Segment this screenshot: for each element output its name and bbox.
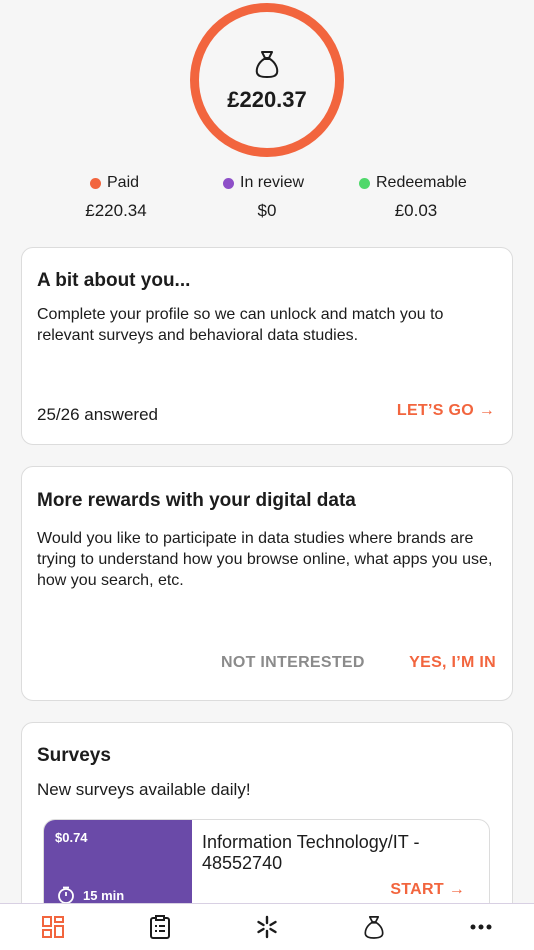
dashboard-icon: [42, 916, 65, 938]
balance-ring: [190, 3, 344, 157]
paid-dot-icon: [90, 177, 101, 189]
surveys-card-title: Surveys: [37, 745, 111, 766]
legend-paid: Paid: [90, 174, 139, 192]
bottom-nav: [0, 903, 534, 950]
redeemable-value: £0.03: [394, 201, 438, 220]
legend-in-review-label: In review: [240, 174, 305, 191]
redeemable-dot-icon: [359, 177, 370, 189]
in-review-dot-icon: [223, 177, 234, 189]
not-interested-button[interactable]: NOT INTERESTED: [221, 654, 365, 672]
legend-redeemable: Redeemable: [359, 174, 467, 192]
lets-go-button[interactable]: LET’S GO →: [397, 402, 495, 420]
rewards-bag-icon: [364, 916, 384, 939]
balance-amount: £220.37: [227, 87, 307, 112]
timer-icon: [58, 886, 74, 904]
legend-paid-label: Paid: [107, 174, 140, 191]
profile-card-title: A bit about you...: [37, 270, 191, 291]
money-bag-icon: [255, 51, 279, 78]
survey-title: Information Technology/IT - 48552740: [202, 832, 420, 873]
more-icon: [470, 924, 492, 930]
paid-value: £220.34: [85, 201, 147, 220]
digital-data-card-title: More rewards with your digital data: [37, 490, 356, 511]
legend-in-review: In review: [223, 174, 304, 192]
profile-progress: 25/26 answered: [37, 405, 158, 424]
yes-im-in-button[interactable]: YES, I’M IN: [409, 654, 496, 672]
digital-data-card: More rewards with your digital data Woul…: [21, 466, 513, 701]
surveys-clipboard-icon: [150, 915, 171, 939]
start-survey-button[interactable]: START →: [390, 881, 465, 899]
data-studies-icon: [257, 915, 277, 939]
survey-price: $0.74: [55, 830, 88, 845]
profile-card-text: Complete your profile so we can unlock a…: [37, 306, 444, 344]
nav-data-studies[interactable]: [237, 904, 297, 950]
nav-surveys[interactable]: [130, 904, 190, 950]
digital-data-card-text: Would you like to participate in data st…: [37, 530, 493, 589]
profile-card: A bit about you... Complete your profile…: [21, 247, 513, 445]
nav-rewards[interactable]: [344, 904, 404, 950]
in-review-value: $0: [257, 201, 277, 220]
legend-redeemable-label: Redeemable: [376, 174, 467, 191]
surveys-card-subtitle: New surveys available daily!: [37, 780, 251, 799]
survey-duration: 15 min: [83, 888, 125, 903]
nav-more[interactable]: [451, 904, 511, 950]
nav-dashboard[interactable]: [23, 904, 83, 950]
